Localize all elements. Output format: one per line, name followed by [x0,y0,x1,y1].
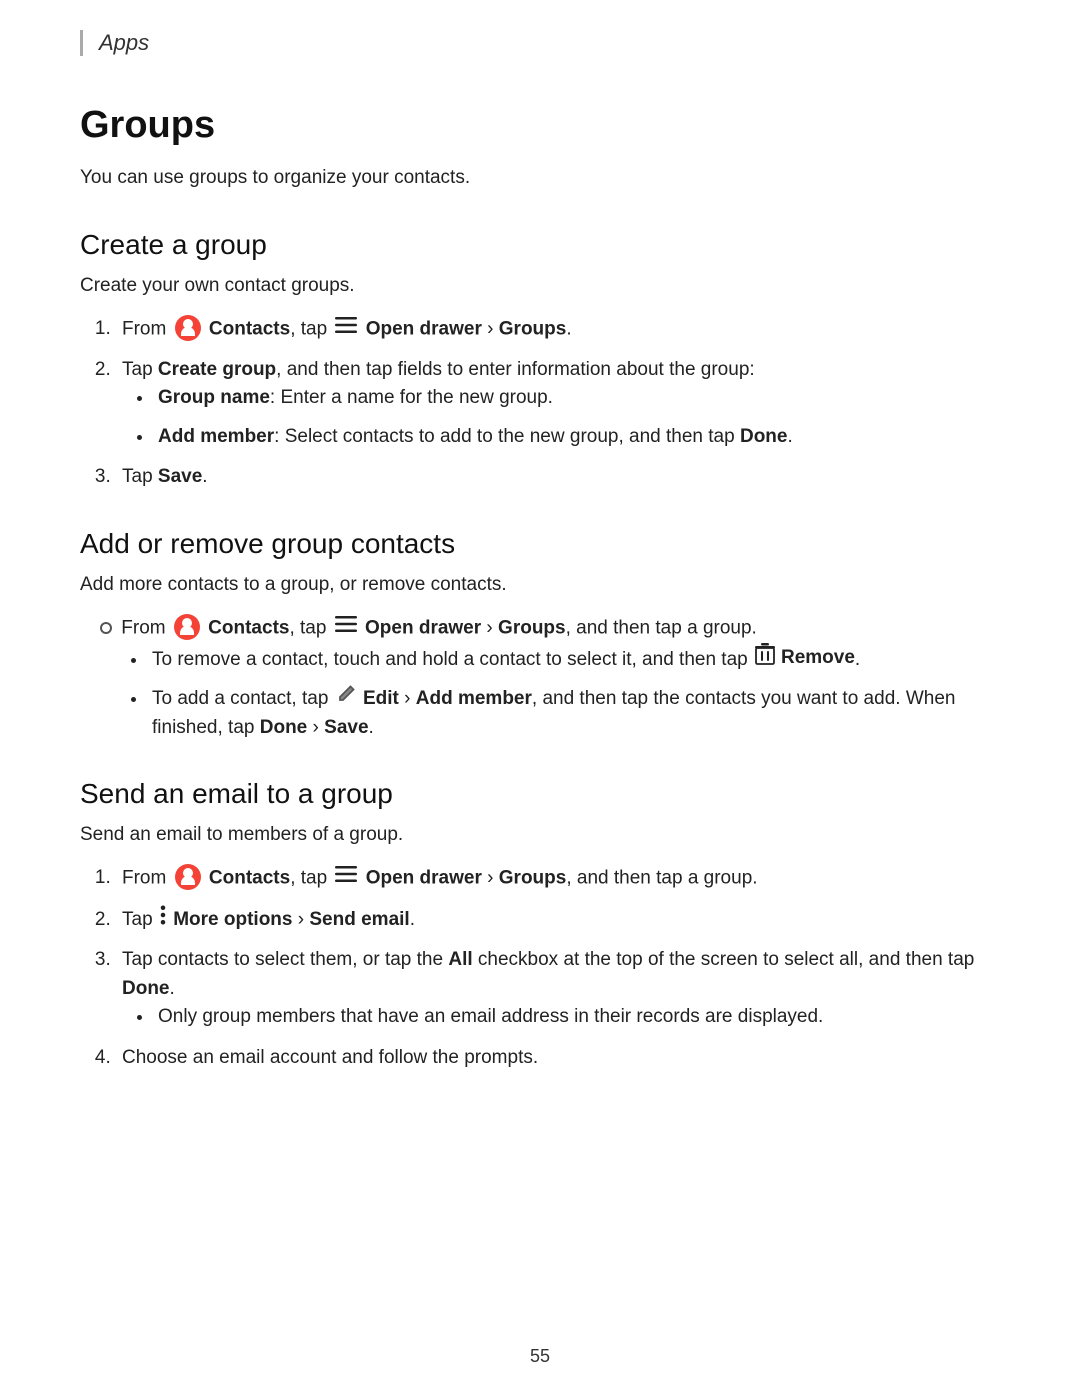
more-options-icon [160,905,166,935]
step-1: From Contacts, tap Open drawer › Groups. [116,315,1000,344]
edit-label: Edit [363,688,399,709]
done-label-3: Done [122,978,170,999]
open-drawer-label-3: Open drawer [366,867,482,888]
create-group-steps: From Contacts, tap Open drawer › Groups.… [116,315,1000,492]
email-step-2: Tap More options › Send email. [116,905,1000,935]
bullet-group-name: Group name: Enter a name for the new gro… [154,384,1000,413]
open-drawer-label-2: Open drawer [365,617,481,638]
section-heading-create-group: Create a group [80,229,1000,261]
send-email-label: Send email [309,909,409,930]
add-remove-from-list: From Contacts, tap Open drawer › Groups,… [116,614,1000,742]
section-desc-create-group: Create your own contact groups. [80,275,1000,297]
pencil-icon [336,684,356,714]
send-email-steps: From Contacts, tap Open drawer › Groups,… [116,864,1000,1072]
from-item-bullets: To remove a contact, touch and hold a co… [148,643,1000,743]
section-send-email: Send an email to a group Send an email t… [80,778,1000,1072]
section-heading-add-remove: Add or remove group contacts [80,528,1000,560]
breadcrumb-text: Apps [99,30,149,56]
contacts-icon [175,315,201,341]
email-step-3: Tap contacts to select them, or tap the … [116,946,1000,1032]
create-group-bold: Create group [158,359,276,380]
email-step-3-bullets: Only group members that have an email ad… [154,1003,1000,1032]
save-label-2: Save [324,717,368,738]
trash-remove-row: Remove [753,643,855,675]
bullet-email-note: Only group members that have an email ad… [154,1003,1000,1032]
menu-icon-2 [335,613,357,642]
menu-icon-3 [335,863,357,892]
breadcrumb: Apps [80,30,1000,56]
contacts-label: Contacts [209,318,290,339]
add-member-label-2: Add member [416,688,532,709]
step-2-bullets: Group name: Enter a name for the new gro… [154,384,1000,451]
email-step-4: Choose an email account and follow the p… [116,1044,1000,1073]
contacts-label-2: Contacts [208,617,289,638]
save-label: Save [158,466,202,487]
menu-icon [335,314,357,343]
section-heading-send-email: Send an email to a group [80,778,1000,810]
groups-label-3: Groups [499,867,567,888]
add-member-label: Add member [158,426,274,447]
done-label-1: Done [740,426,788,447]
intro-paragraph: You can use groups to organize your cont… [80,167,1000,189]
remove-label: Remove [781,644,855,673]
done-label-2: Done [260,717,308,738]
circle-bullet-icon [100,622,112,634]
contacts-icon-2 [174,614,200,640]
section-desc-add-remove: Add more contacts to a group, or remove … [80,574,1000,596]
groups-label: Groups [499,318,567,339]
section-add-remove: Add or remove group contacts Add more co… [80,528,1000,742]
email-step-1: From Contacts, tap Open drawer › Groups,… [116,864,1000,893]
trash-icon [755,643,775,675]
contacts-label-3: Contacts [209,867,290,888]
bullet-add-contact: To add a contact, tap Edit › Add member,… [148,684,1000,742]
step-2: Tap Create group, and then tap fields to… [116,356,1000,452]
bullet-add-member: Add member: Select contacts to add to th… [154,423,1000,452]
page-title: Groups [80,104,1000,147]
page-number: 55 [80,1346,1000,1367]
open-drawer-label: Open drawer [366,318,482,339]
more-options-label: More options [173,909,292,930]
section-create-group: Create a group Create your own contact g… [80,229,1000,492]
bullet-remove: To remove a contact, touch and hold a co… [148,643,1000,675]
section-desc-send-email: Send an email to members of a group. [80,824,1000,846]
group-name-label: Group name [158,387,270,408]
contacts-icon-3 [175,864,201,890]
from-item-1: From Contacts, tap Open drawer › Groups,… [116,614,1000,742]
groups-label-2: Groups [498,617,566,638]
all-label: All [448,949,472,970]
step-3: Tap Save. [116,463,1000,492]
